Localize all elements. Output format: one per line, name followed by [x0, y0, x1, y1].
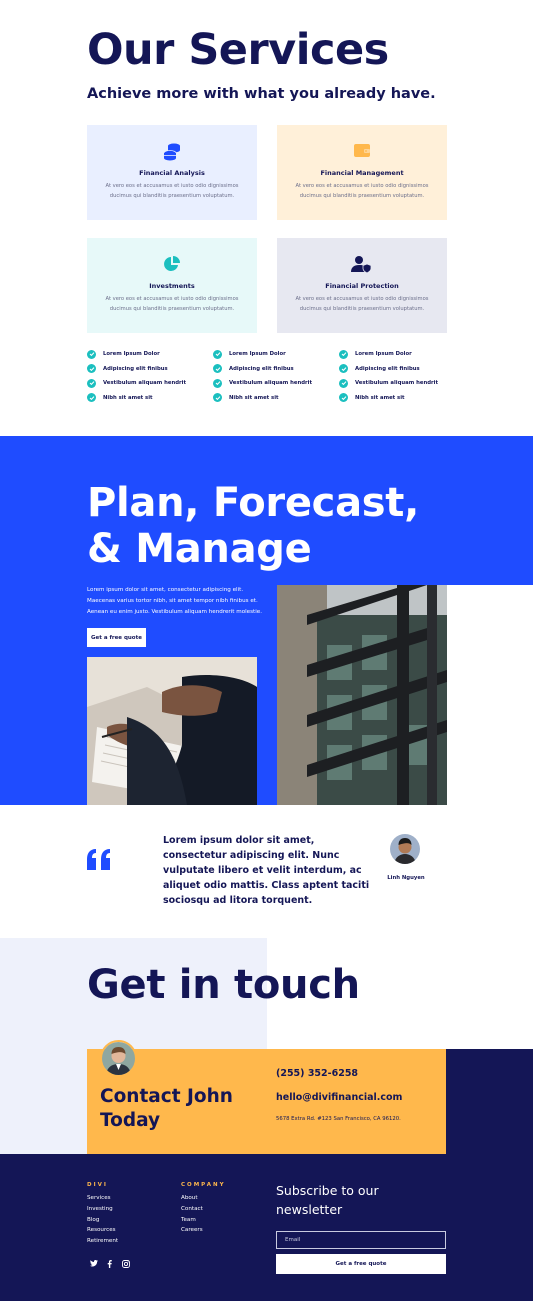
- footer-col2-heading: COMPANY: [181, 1182, 226, 1188]
- quote-icon: [87, 830, 113, 882]
- facebook-icon[interactable]: [105, 1259, 114, 1268]
- testimonial-avatar: [390, 834, 420, 864]
- checklist-item: Lorem Ipsum Dolor: [339, 349, 438, 359]
- services-title: Our Services: [87, 25, 389, 75]
- checklist-item: Adipiscing elit finibus: [87, 364, 186, 374]
- checklist-item: Lorem Ipsum Dolor: [87, 349, 186, 359]
- checklist-item: Nibh sit amet sit: [339, 393, 438, 403]
- footer-link[interactable]: Careers: [181, 1225, 203, 1236]
- footer-link[interactable]: Services: [87, 1193, 118, 1204]
- check-icon: [87, 349, 96, 359]
- get-quote-button[interactable]: Get a free quote: [87, 628, 146, 647]
- check-icon: [213, 349, 222, 359]
- plan-title: Plan, Forecast, & Manage: [87, 480, 419, 572]
- user-shield-icon: [351, 256, 372, 273]
- check-icon: [87, 393, 96, 402]
- newsletter-title: Subscribe to our newsletter: [276, 1183, 379, 1217]
- footer: [0, 1154, 533, 1301]
- contact-avatar: [100, 1040, 137, 1077]
- check-icon: [213, 378, 222, 388]
- office-building-image: [277, 585, 447, 805]
- footer-link[interactable]: Resources: [87, 1225, 118, 1236]
- instagram-icon[interactable]: [121, 1259, 130, 1268]
- services-subtitle: Achieve more with what you already have.: [87, 86, 436, 102]
- check-icon: [213, 393, 222, 402]
- checklist-item: Adipiscing elit finibus: [339, 364, 438, 374]
- service-card-investments[interactable]: Investments At vero eos et accusamus et …: [87, 238, 257, 333]
- footer-link[interactable]: About: [181, 1193, 203, 1204]
- checklist-item: Vestibulum aliquam hendrit: [339, 378, 438, 388]
- checklist-item: Adipiscing elit finibus: [213, 364, 312, 374]
- service-card-title: Financial Management: [320, 169, 404, 177]
- contact-card-title: Contact John Today: [100, 1086, 233, 1131]
- service-card-financial-management[interactable]: Financial Management At vero eos et accu…: [277, 125, 447, 220]
- contact-address: 5678 Extra Rd. #123 San Francisco, CA 96…: [276, 1116, 401, 1122]
- footer-link[interactable]: Blog: [87, 1215, 118, 1226]
- wallet-icon: [354, 144, 370, 157]
- service-card-desc: At vero eos et accusamus et iusto odio d…: [295, 183, 429, 199]
- check-icon: [339, 349, 348, 359]
- service-card-desc: At vero eos et accusamus et iusto odio d…: [105, 296, 239, 312]
- checklist-item: Vestibulum aliquam hendrit: [87, 378, 186, 388]
- checklist-column-2: Lorem Ipsum Dolor Adipiscing elit finibu…: [213, 349, 312, 403]
- footer-link[interactable]: Investing: [87, 1204, 118, 1215]
- contact-navy-block: [446, 1049, 533, 1154]
- footer-link[interactable]: Retirement: [87, 1236, 118, 1247]
- coins-icon: [163, 143, 180, 161]
- check-icon: [339, 393, 348, 402]
- footer-col2-links: About Contact Team Careers: [181, 1193, 203, 1236]
- twitter-icon[interactable]: [89, 1259, 98, 1268]
- footer-link[interactable]: Contact: [181, 1204, 203, 1215]
- checklist-column-3: Lorem Ipsum Dolor Adipiscing elit finibu…: [339, 349, 438, 403]
- newsletter-email-input[interactable]: [276, 1231, 446, 1249]
- footer-col1-links: Services Investing Blog Resources Retire…: [87, 1193, 118, 1247]
- service-card-financial-protection[interactable]: Financial Protection At vero eos et accu…: [277, 238, 447, 333]
- testimonial-name: Linh Nguyen: [387, 875, 425, 881]
- check-icon: [339, 364, 348, 373]
- service-card-title: Financial Protection: [325, 282, 399, 290]
- contact-phone[interactable]: (255) 352-6258: [276, 1068, 358, 1079]
- testimonial-quote: Lorem ipsum dolor sit amet, consectetur …: [163, 835, 370, 906]
- contact-title: Get in touch: [87, 962, 360, 1008]
- plan-paragraph: Lorem ipsum dolor sit amet, consectetur …: [87, 587, 263, 615]
- service-card-title: Financial Analysis: [139, 169, 205, 177]
- checklist-item: Nibh sit amet sit: [213, 393, 312, 403]
- checklist-item: Lorem Ipsum Dolor: [213, 349, 312, 359]
- check-icon: [339, 378, 348, 388]
- service-card-desc: At vero eos et accusamus et iusto odio d…: [295, 296, 429, 312]
- businessman-signing-image: [87, 657, 257, 805]
- check-icon: [213, 364, 222, 373]
- pie-chart-icon: [164, 256, 180, 271]
- footer-link[interactable]: Team: [181, 1215, 203, 1226]
- check-icon: [87, 378, 96, 388]
- checklist-item: Nibh sit amet sit: [87, 393, 186, 403]
- footer-get-quote-button[interactable]: Get a free quote: [276, 1254, 446, 1274]
- service-card-desc: At vero eos et accusamus et iusto odio d…: [105, 183, 239, 199]
- check-icon: [87, 364, 96, 373]
- checklist-item: Vestibulum aliquam hendrit: [213, 378, 312, 388]
- service-card-title: Investments: [149, 282, 195, 290]
- footer-col1-heading: DIVI: [87, 1182, 108, 1188]
- contact-email[interactable]: hello@divifinancial.com: [276, 1092, 402, 1103]
- service-card-financial-analysis[interactable]: Financial Analysis At vero eos et accusa…: [87, 125, 257, 220]
- checklist-column-1: Lorem Ipsum Dolor Adipiscing elit finibu…: [87, 349, 186, 403]
